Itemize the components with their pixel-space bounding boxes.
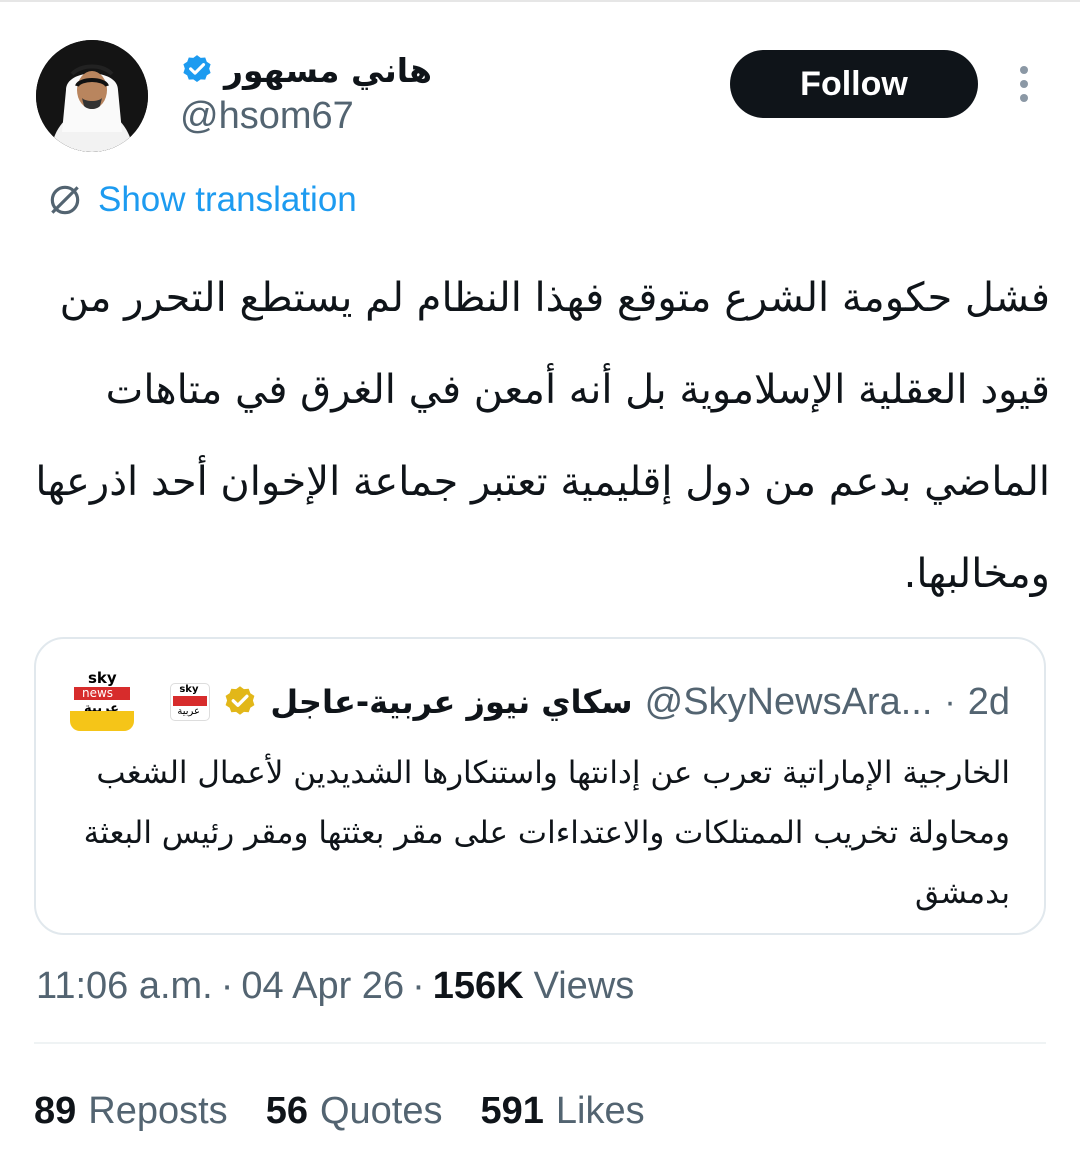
more-dot — [1020, 66, 1028, 74]
author-display-name[interactable]: هاني مسهور — [224, 51, 432, 90]
logo-yellow-band — [70, 711, 134, 731]
likes-label: Likes — [555, 1089, 645, 1132]
more-vertical-icon[interactable] — [1008, 64, 1040, 104]
meta-separator: · — [220, 964, 234, 1007]
show-translation-label: Show translation — [98, 180, 357, 219]
top-divider — [0, 0, 1080, 2]
reposts-stat[interactable]: 89 Reposts — [34, 1090, 228, 1133]
reposts-count: 89 — [34, 1089, 77, 1132]
quotes-count: 56 — [265, 1089, 308, 1132]
affiliate-logo-icon: sky عربية — [170, 683, 211, 721]
stats-divider — [34, 1042, 1046, 1044]
show-translation-link[interactable]: Show translation — [46, 178, 357, 222]
translate-icon — [50, 185, 80, 215]
quoted-tweet-handle: @SkyNewsAra... — [644, 680, 933, 723]
logo-text-top: sky — [88, 669, 117, 687]
tweet-time[interactable]: 11:06 a.m. — [36, 965, 213, 1008]
quoted-tweet-display-name: سكاي نيوز عربية-عاجل — [270, 683, 633, 721]
verified-badge-icon — [183, 55, 211, 83]
engagement-stats: 89 Reposts 56 Quotes 591 Likes — [34, 1086, 645, 1136]
tweet-text: فشل حكومة الشرع متوقع فهذا النظام لم يست… — [35, 275, 1050, 597]
avatar-image — [36, 40, 148, 152]
tweet-meta: 11:06 a.m. · 04 Apr 26 · 156K Views — [36, 960, 634, 1012]
avatar[interactable] — [36, 40, 148, 152]
quoted-tweet-card[interactable]: sky news عربية 2d · @SkyNewsAra... سكاي … — [34, 637, 1046, 935]
quoted-tweet-header: 2d · @SkyNewsAra... سكاي نيوز عربية-عاجل… — [170, 679, 1010, 725]
quotes-stat[interactable]: 56 Quotes — [266, 1090, 443, 1133]
follow-button[interactable]: Follow — [730, 50, 978, 118]
more-dot — [1020, 80, 1028, 88]
quoted-tweet-separator: · — [944, 682, 956, 721]
views-label: Views — [533, 964, 635, 1007]
likes-stat[interactable]: 591 Likes — [481, 1090, 645, 1133]
tweet-date[interactable]: 04 Apr 26 — [241, 965, 404, 1008]
quoted-tweet-text: الخارجية الإماراتية تعرب عن إدانتها واست… — [83, 755, 1010, 911]
gold-verified-badge-icon — [225, 686, 255, 715]
logo-text-middle: news — [82, 686, 114, 700]
quoted-tweet-time[interactable]: 2d — [968, 681, 1010, 724]
reposts-label: Reposts — [88, 1089, 228, 1132]
likes-count: 591 — [480, 1089, 544, 1132]
meta-separator: · — [412, 964, 425, 1007]
author-name-row: هاني مسهور — [180, 48, 432, 92]
quotes-label: Quotes — [319, 1089, 443, 1132]
more-dot — [1020, 94, 1028, 102]
author-handle[interactable]: @hsom67 — [180, 95, 354, 138]
quoted-avatar-logo: sky news عربية — [70, 669, 134, 731]
views-count: 156K — [432, 964, 524, 1007]
